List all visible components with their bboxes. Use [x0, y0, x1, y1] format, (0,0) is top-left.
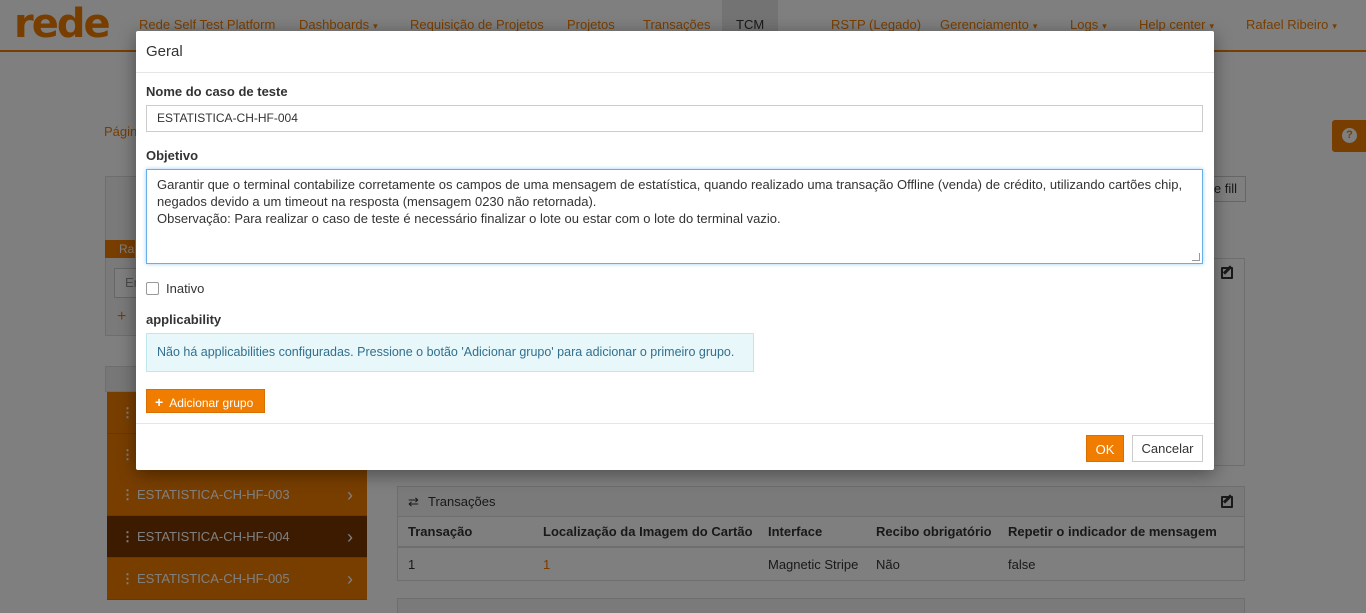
objective-line: Observação: Para realizar o caso de test…	[157, 211, 781, 226]
modal-footer: OK Cancelar	[136, 423, 1214, 470]
ok-button[interactable]: OK	[1086, 435, 1124, 462]
inactive-label[interactable]: Inativo	[166, 281, 204, 296]
modal-header: Geral	[136, 31, 1214, 73]
objective-line: negados devido a um timeout na resposta …	[157, 194, 597, 209]
general-modal: Geral Nome do caso de teste ESTATISTICA-…	[136, 31, 1214, 470]
objective-line: Garantir que o terminal contabilize corr…	[157, 177, 1183, 192]
objective-textarea[interactable]: Garantir que o terminal contabilize corr…	[146, 169, 1203, 264]
test-case-name-input[interactable]: ESTATISTICA-CH-HF-004	[146, 105, 1203, 132]
applicability-label: applicability	[146, 312, 222, 327]
inactive-checkbox[interactable]	[146, 282, 159, 295]
add-group-label: Adicionar grupo	[169, 396, 254, 410]
plus-icon: +	[155, 394, 164, 410]
add-group-button[interactable]: + Adicionar grupo	[146, 389, 265, 413]
cancel-button[interactable]: Cancelar	[1132, 435, 1203, 462]
resize-handle-icon[interactable]	[1192, 253, 1200, 261]
objective-label: Objetivo	[146, 148, 199, 163]
test-case-name-label: Nome do caso de teste	[146, 84, 288, 99]
modal-title: Geral	[146, 43, 183, 60]
applicability-info-alert: Não há applicabilities configuradas. Pre…	[146, 333, 754, 372]
